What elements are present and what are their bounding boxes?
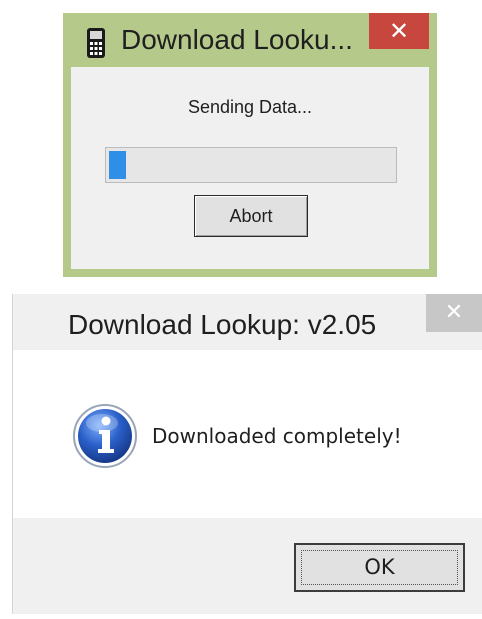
abort-button[interactable]: Abort: [194, 195, 308, 237]
message-dialog-body: Downloaded completely!: [13, 350, 482, 518]
close-button[interactable]: ✕: [369, 13, 429, 49]
status-text: Sending Data...: [187, 97, 313, 117]
progress-dialog: Download Looku... ✕ Sending Data... Abor…: [63, 13, 437, 277]
message-dialog-titlebar[interactable]: Download Lookup: v2.05 ✕: [13, 294, 482, 350]
close-button[interactable]: ✕: [426, 294, 482, 332]
close-icon: ✕: [388, 17, 410, 45]
message-text: Downloaded completely!: [152, 424, 402, 448]
ok-button[interactable]: OK: [294, 543, 465, 592]
progress-dialog-title: Download Looku...: [121, 24, 353, 55]
progress-bar-fill: [109, 151, 126, 179]
progress-dialog-titlebar[interactable]: Download Looku... ✕: [63, 13, 437, 67]
message-dialog: Download Lookup: v2.05 ✕ Downloaded comp…: [12, 294, 482, 614]
handheld-scanner-icon: [87, 28, 105, 58]
progress-bar: [105, 147, 397, 183]
close-icon: ✕: [444, 300, 464, 325]
message-dialog-title: Download Lookup: v2.05: [68, 309, 377, 340]
info-icon: [73, 404, 137, 468]
progress-dialog-body: Sending Data... Abort: [71, 67, 429, 269]
ok-button-label: OK: [364, 555, 395, 579]
message-dialog-footer: OK: [13, 518, 482, 614]
